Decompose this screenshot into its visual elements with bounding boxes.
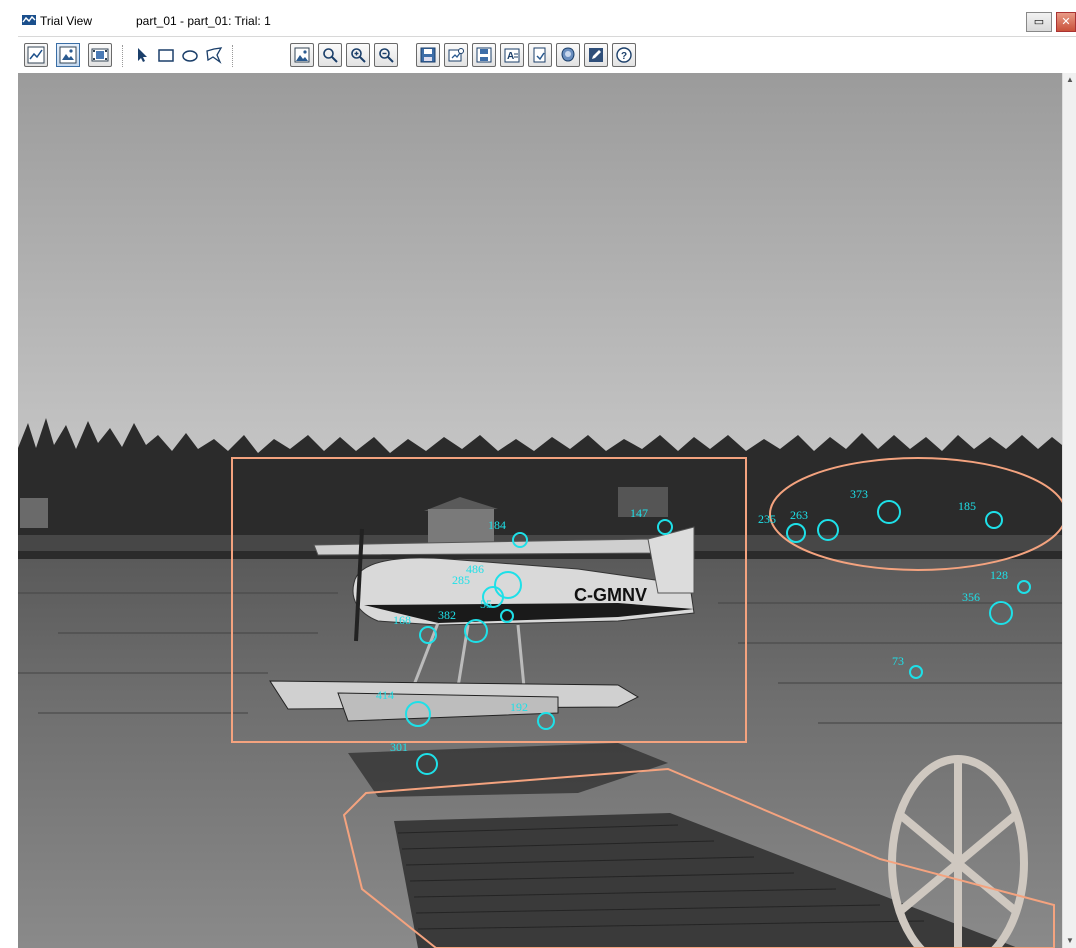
- film-strip-icon: [91, 48, 109, 62]
- vertical-scrollbar[interactable]: ▲ ▼: [1062, 73, 1076, 948]
- sky: [18, 73, 1062, 453]
- fixation-duration-label: 414: [376, 688, 394, 702]
- fixation-duration-label: 373: [850, 487, 868, 501]
- fixation-duration-label: 147: [630, 506, 648, 520]
- fixation-duration-label: 73: [892, 654, 904, 668]
- save-interest-areas-button[interactable]: [416, 43, 440, 67]
- ellipse-tool-button[interactable]: [178, 43, 202, 67]
- zoom-tool-button[interactable]: [318, 43, 342, 67]
- arrow-pointer-icon: [138, 48, 147, 62]
- zoom-in-button[interactable]: [346, 43, 370, 67]
- help-button[interactable]: ?: [612, 43, 636, 67]
- window-left-edge: [0, 0, 18, 948]
- fixation-duration-label: 382: [438, 608, 456, 622]
- fixation-duration-label: 128: [990, 568, 1008, 582]
- ellipse-icon: [182, 50, 198, 62]
- scroll-up-arrow[interactable]: ▲: [1063, 73, 1076, 87]
- toolbar-separator: [122, 45, 124, 67]
- image-view-button[interactable]: [56, 43, 80, 67]
- svg-text:?: ?: [621, 51, 627, 62]
- freehand-tool-button[interactable]: [202, 43, 226, 67]
- rectangle-tool-button[interactable]: [154, 43, 178, 67]
- background-image-button[interactable]: [290, 43, 314, 67]
- title-bar[interactable]: Trial View part_01 - part_01: Trial: 1 ▭…: [18, 8, 1076, 37]
- heatmap-icon: [561, 47, 575, 62]
- open-folder-icon: [448, 48, 464, 62]
- document-title: part_01 - part_01: Trial: 1: [136, 14, 271, 28]
- magnifier-icon: [323, 48, 338, 63]
- freehand-polygon-icon: [206, 47, 223, 64]
- heatmap-button[interactable]: [556, 43, 580, 67]
- fixation-duration-label: 263: [790, 508, 808, 522]
- export-icon: [533, 47, 546, 63]
- floppy-save-icon: [420, 47, 436, 63]
- image-icon: [59, 46, 77, 64]
- help-icon: ?: [616, 47, 632, 63]
- floppy-saveas-icon: [476, 47, 492, 63]
- export-button[interactable]: [528, 43, 552, 67]
- line-chart-icon: [27, 46, 45, 64]
- fixation-duration-label: 301: [390, 740, 408, 754]
- fixation-duration-label: 184: [488, 518, 506, 532]
- app-icon: [22, 15, 36, 25]
- scroll-down-arrow[interactable]: ▼: [1063, 934, 1076, 948]
- zoom-out-icon: [379, 48, 394, 63]
- zoom-out-button[interactable]: [374, 43, 398, 67]
- svg-text:A: A: [507, 51, 514, 62]
- fixation-duration-label: 356: [962, 590, 980, 604]
- trial-scene: C-GMNV 18414748628555168 382414192301235…: [18, 73, 1062, 948]
- select-tool-button[interactable]: [130, 43, 154, 67]
- plot-view-button[interactable]: [24, 43, 48, 67]
- fixation-duration-label: 235: [758, 512, 776, 526]
- film-view-button[interactable]: [88, 43, 112, 67]
- central-house: [428, 509, 494, 547]
- save-as-button[interactable]: [472, 43, 496, 67]
- fixation-duration-label: 168: [393, 613, 411, 627]
- fixation-duration-label: 185: [958, 499, 976, 513]
- close-button[interactable]: ✕: [1056, 12, 1076, 32]
- text-areas-button[interactable]: A: [500, 43, 524, 67]
- fixation-duration-label: 285: [452, 573, 470, 587]
- edit-settings-button[interactable]: [584, 43, 608, 67]
- app-title: Trial View: [40, 14, 93, 28]
- zoom-in-icon: [351, 48, 366, 63]
- fixation-duration-label: 192: [510, 700, 528, 714]
- load-interest-areas-button[interactable]: [444, 43, 468, 67]
- toolbar-separator: [232, 45, 234, 67]
- text-area-icon: A: [504, 48, 520, 63]
- picture-icon: [294, 47, 310, 63]
- pencil-icon: [589, 48, 603, 62]
- image-viewport[interactable]: C-GMNV 184 147 486 285 55 168 382 414 19…: [18, 73, 1062, 948]
- plane-registration: C-GMNV: [574, 585, 647, 605]
- fixation-duration-label: 55: [480, 597, 492, 611]
- toolbar: A ?: [18, 37, 1076, 73]
- rectangle-icon: [158, 49, 174, 62]
- left-house: [20, 498, 48, 528]
- restore-button[interactable]: ▭: [1026, 12, 1052, 32]
